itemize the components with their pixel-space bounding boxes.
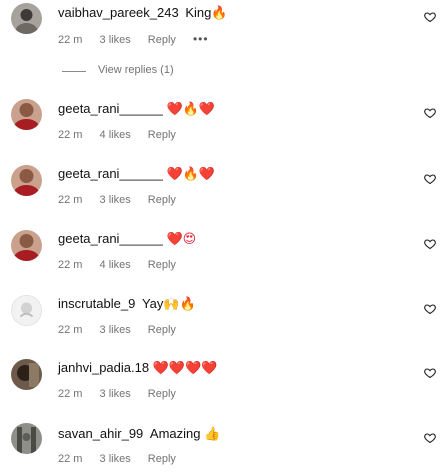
avatar[interactable] [11,3,42,34]
comment-username[interactable]: savan_ahir_99 [58,426,143,441]
emoji-text: ❤️🔥❤️ [166,102,216,117]
comment-likes[interactable]: 3 likes [100,324,131,336]
comment-time: 22 m [58,388,83,400]
reply-button[interactable]: Reply [148,388,176,400]
emoji-text: 🙌🔥 [163,297,196,312]
comment-likes[interactable]: 3 likes [100,453,131,465]
avatar[interactable] [11,230,42,261]
comment-time: 22 m [58,34,83,46]
thumbs-up-emoji: 👍 [204,427,221,442]
reply-button[interactable]: Reply [148,453,176,465]
comment-likes[interactable]: 3 likes [100,194,131,206]
comment-username[interactable]: janhvi_padia.18 [58,360,149,375]
view-replies-divider [62,71,86,72]
comment-item: geeta_rani______ ❤️🔥❤️ 22 m 4 likes Repl… [0,96,444,156]
comment-time: 22 m [58,194,83,206]
comment-item: inscrutable_9 Yay🙌🔥 22 m 3 likes Reply [0,292,444,352]
comment-item: vaibhav_pareek_243 King🔥 22 m 3 likes Re… [0,0,444,60]
fire-emoji: 🔥 [211,6,228,21]
emoji-text: ❤️😍 [166,232,197,247]
reply-button[interactable]: Reply [148,194,176,206]
avatar[interactable] [11,165,42,196]
heart-outline-icon[interactable] [424,238,436,250]
heart-outline-icon[interactable] [424,107,436,119]
comment-item: geeta_rani______ ❤️😍 22 m 4 likes Reply [0,227,444,287]
heart-outline-icon[interactable] [424,367,436,379]
comment-time: 22 m [58,129,83,141]
comment-likes[interactable]: 3 likes [100,388,131,400]
emoji-text: ❤️🔥❤️ [166,167,216,182]
comment-item: janhvi_padia.18 ❤️❤️❤️❤️ 22 m 3 likes Re… [0,356,444,416]
emoji-text: ❤️❤️❤️❤️ [152,361,218,376]
comment-time: 22 m [58,453,83,465]
comment-text: Amazing [149,426,201,441]
comment-item: savan_ahir_99 Amazing 👍 22 m 3 likes Rep… [0,421,444,476]
comment-likes[interactable]: 4 likes [100,259,131,271]
comment-item: geeta_rani______ ❤️🔥❤️ 22 m 3 likes Repl… [0,162,444,222]
view-replies-label[interactable]: View replies (1) [98,64,174,76]
heart-outline-icon[interactable] [424,303,436,315]
comment-text: Yay [141,296,164,311]
heart-outline-icon[interactable] [424,432,436,444]
comment-time: 22 m [58,259,83,271]
reply-button[interactable]: Reply [148,324,176,336]
comment-text: King [185,5,212,20]
comment-username[interactable]: geeta_rani______ [58,101,163,116]
reply-button[interactable]: Reply [148,34,176,46]
reply-button[interactable]: Reply [148,129,176,141]
heart-outline-icon[interactable] [424,11,436,23]
comment-username[interactable]: vaibhav_pareek_243 [58,5,179,20]
avatar[interactable] [11,423,42,454]
comment-username[interactable]: geeta_rani______ [58,231,163,246]
comment-time: 22 m [58,324,83,336]
comment-likes[interactable]: 3 likes [100,34,131,46]
comment-username[interactable]: inscrutable_9 [58,296,135,311]
reply-button[interactable]: Reply [148,259,176,271]
avatar[interactable] [11,295,42,326]
comment-likes[interactable]: 4 likes [100,129,131,141]
heart-outline-icon[interactable] [424,173,436,185]
more-options-button[interactable]: ••• [193,32,209,46]
avatar[interactable] [11,359,42,390]
avatar[interactable] [11,99,42,130]
comment-username[interactable]: geeta_rani______ [58,166,163,181]
